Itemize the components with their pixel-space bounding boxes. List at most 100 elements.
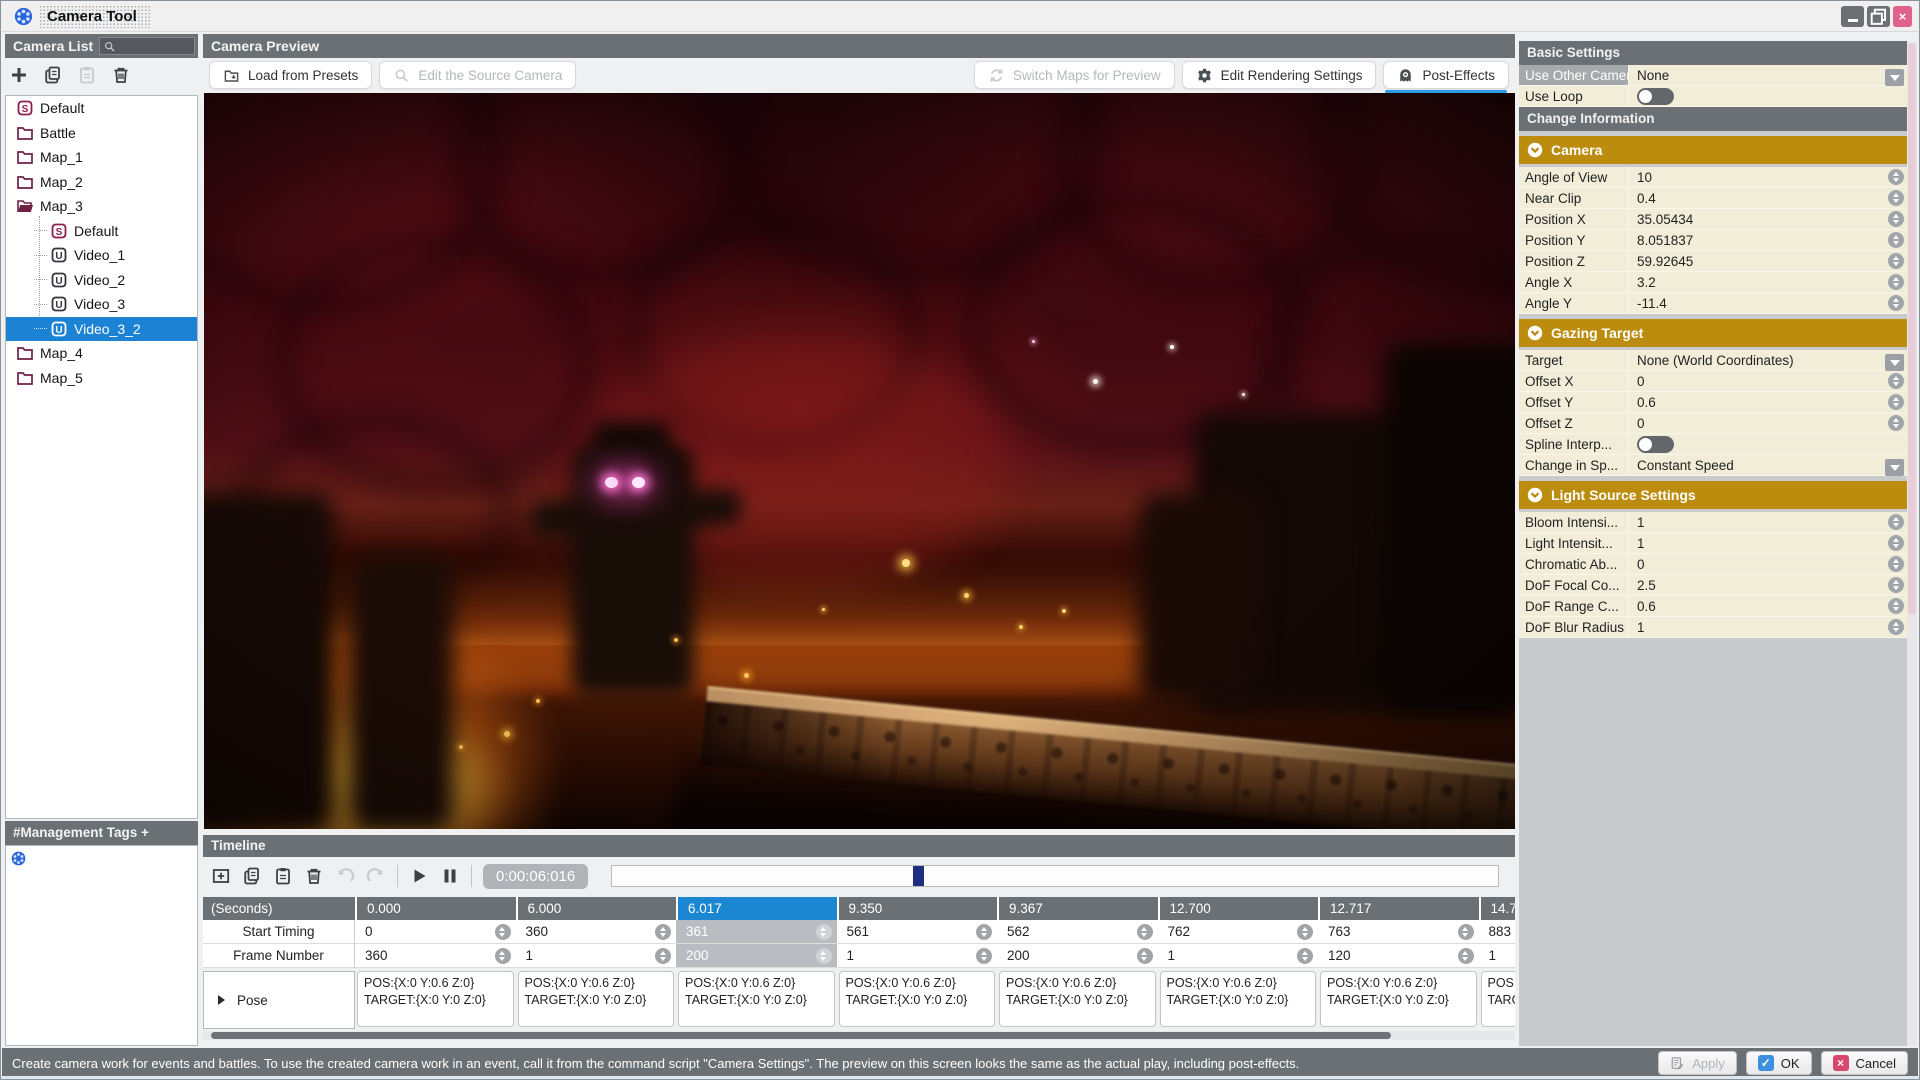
spinner-icon[interactable] — [1888, 190, 1904, 206]
pose-cell[interactable]: POS:{X:0 Y:0.6 Z:0} TARGET:{X:0 Y:0 Z:0} — [837, 971, 998, 1029]
spinner-icon[interactable] — [1888, 394, 1904, 410]
spinner-icon[interactable] — [815, 923, 832, 940]
camera-preview-viewport[interactable] — [204, 93, 1515, 829]
spinner-icon[interactable] — [655, 947, 671, 964]
post-effects-button[interactable]: Post-Effects — [1383, 61, 1509, 93]
dropdown-icon[interactable] — [1885, 353, 1904, 371]
close-button[interactable]: × — [1893, 6, 1912, 27]
spinner-icon[interactable] — [655, 923, 671, 940]
setting-value[interactable]: None (World Coordinates) — [1637, 353, 1794, 368]
pose-cell[interactable]: POS:{X:0 Y:0.6 Z:0} TARGET:{X:0 Y:0 Z:0} — [355, 971, 516, 1029]
frame-number-cell[interactable]: 200 — [676, 944, 837, 967]
tree-item-video_3[interactable]: U Video_3 — [6, 292, 197, 317]
pose-cell[interactable]: POS:{X:0 Y:0.6 Z:0} TARGET:{X:0 Y:0 Z:0} — [676, 971, 837, 1029]
duplicate-camera-button[interactable] — [43, 65, 63, 85]
spinner-icon[interactable] — [1888, 598, 1904, 614]
start-timing-cell[interactable]: 361 — [676, 920, 837, 943]
paste-camera-button[interactable] — [77, 65, 97, 85]
management-tags-notes-area[interactable] — [5, 845, 198, 1046]
spinner-icon[interactable] — [1457, 923, 1474, 940]
start-timing-cell[interactable]: 561 — [837, 920, 998, 943]
dropdown-icon[interactable] — [1885, 68, 1904, 86]
timeline-column-header[interactable]: 12.700 — [1157, 897, 1319, 920]
delete-keyframe-button[interactable] — [304, 866, 324, 886]
spinner-icon[interactable] — [976, 923, 992, 940]
spinner-icon[interactable] — [1888, 577, 1904, 593]
spinner-icon[interactable] — [1888, 373, 1904, 389]
redo-button[interactable] — [366, 866, 386, 886]
playhead-thumb[interactable] — [913, 866, 925, 886]
add-keyframe-button[interactable] — [211, 866, 231, 886]
spinner-icon[interactable] — [976, 947, 992, 964]
spinner-icon[interactable] — [1457, 947, 1474, 964]
setting-value[interactable]: 1 — [1637, 536, 1645, 551]
spinner-icon[interactable] — [1888, 556, 1904, 572]
setting-value[interactable]: 59.92645 — [1637, 254, 1693, 269]
spinner-icon[interactable] — [1888, 514, 1904, 530]
setting-value[interactable]: 1 — [1637, 620, 1645, 635]
frame-number-cell[interactable]: 360 — [355, 944, 516, 967]
play-button[interactable] — [409, 866, 429, 886]
setting-value[interactable]: 8.051837 — [1637, 233, 1693, 248]
switch-maps-button[interactable]: Switch Maps for Preview — [973, 61, 1175, 89]
pose-cell[interactable]: POS:{X:0 Y:0.6 Z:0} TARGET:{X:0 Y:0 Z:0} — [516, 971, 677, 1029]
start-timing-cell[interactable]: 763 — [1318, 920, 1479, 943]
cancel-button[interactable]: × Cancel — [1820, 1051, 1908, 1075]
timeline-column-header[interactable]: 14.717 — [1478, 897, 1515, 920]
timeline-horizontal-scrollbar[interactable] — [203, 1031, 1515, 1040]
setting-value[interactable]: 0 — [1637, 416, 1645, 431]
tree-item-default[interactable]: S Default — [6, 219, 197, 244]
timeline-column-header[interactable]: 12.717 — [1318, 897, 1479, 920]
setting-value[interactable]: 1 — [1637, 515, 1645, 530]
start-timing-cell[interactable]: 360 — [516, 920, 677, 943]
tree-item-map_5[interactable]: Map_5 — [6, 366, 197, 391]
settings-scrollbar[interactable] — [1907, 41, 1917, 1046]
edit-source-camera-button[interactable]: Edit the Source Camera — [379, 61, 577, 89]
spinner-icon[interactable] — [1888, 274, 1904, 290]
setting-value[interactable]: 35.05434 — [1637, 212, 1693, 227]
tree-item-video_1[interactable]: U Video_1 — [6, 243, 197, 268]
spinner-icon[interactable] — [1888, 535, 1904, 551]
setting-value[interactable]: 0.6 — [1637, 599, 1656, 614]
toggle-switch[interactable] — [1637, 435, 1674, 453]
dropdown-icon[interactable] — [1885, 458, 1904, 476]
pose-row-header[interactable]: Pose — [203, 971, 355, 1029]
spinner-icon[interactable] — [494, 947, 511, 964]
frame-number-cell[interactable]: 200 — [997, 944, 1158, 967]
minimize-button[interactable] — [1841, 6, 1864, 27]
frame-number-cell[interactable]: 1 — [516, 944, 677, 967]
timeline-slider[interactable] — [611, 865, 1499, 887]
paste-keyframe-button[interactable] — [273, 866, 293, 886]
spinner-icon[interactable] — [1888, 415, 1904, 431]
timeline-column-header[interactable]: 6.000 — [515, 897, 677, 920]
start-timing-cell[interactable]: 883 — [1479, 920, 1516, 943]
spinner-icon[interactable] — [1888, 295, 1904, 311]
section-header-camera[interactable]: Camera — [1519, 136, 1907, 164]
setting-value[interactable]: 2.5 — [1637, 578, 1656, 593]
setting-value[interactable]: Constant Speed — [1637, 458, 1734, 473]
start-timing-cell[interactable]: 0 — [355, 920, 516, 943]
timeline-column-header[interactable]: 9.367 — [997, 897, 1158, 920]
pose-cell[interactable]: POS:{X:0 Y:0.6 Z:0} TARGET:{X:0 Y:0 Z:0} — [1479, 971, 1515, 1029]
tree-item-map_1[interactable]: Map_1 — [6, 145, 197, 170]
ok-button[interactable]: ✓ OK — [1745, 1051, 1812, 1075]
frame-number-cell[interactable]: 1 — [837, 944, 998, 967]
tree-item-video_3_2[interactable]: U Video_3_2 — [6, 316, 197, 341]
start-timing-cell[interactable]: 562 — [997, 920, 1158, 943]
section-header-gazing-target[interactable]: Gazing Target — [1519, 319, 1907, 347]
setting-value[interactable]: 10 — [1637, 170, 1652, 185]
scrollbar-thumb[interactable] — [211, 1032, 1391, 1039]
timeline-column-header[interactable]: 9.350 — [836, 897, 998, 920]
pose-cell[interactable]: POS:{X:0 Y:0.6 Z:0} TARGET:{X:0 Y:0 Z:0} — [997, 971, 1158, 1029]
add-camera-button[interactable] — [9, 65, 29, 85]
spinner-icon[interactable] — [1888, 169, 1904, 185]
spinner-icon[interactable] — [1297, 947, 1313, 964]
edit-rendering-settings-button[interactable]: Edit Rendering Settings — [1181, 61, 1377, 89]
maximize-button[interactable] — [1867, 6, 1890, 27]
frame-number-cell[interactable]: 1 — [1158, 944, 1319, 967]
timeline-column-header[interactable]: 6.017 — [676, 897, 837, 920]
frame-number-cell[interactable]: 120 — [1318, 944, 1479, 967]
search-input[interactable] — [99, 37, 195, 55]
tree-item-default[interactable]: S Default — [6, 96, 197, 121]
setting-value[interactable]: 3.2 — [1637, 275, 1656, 290]
